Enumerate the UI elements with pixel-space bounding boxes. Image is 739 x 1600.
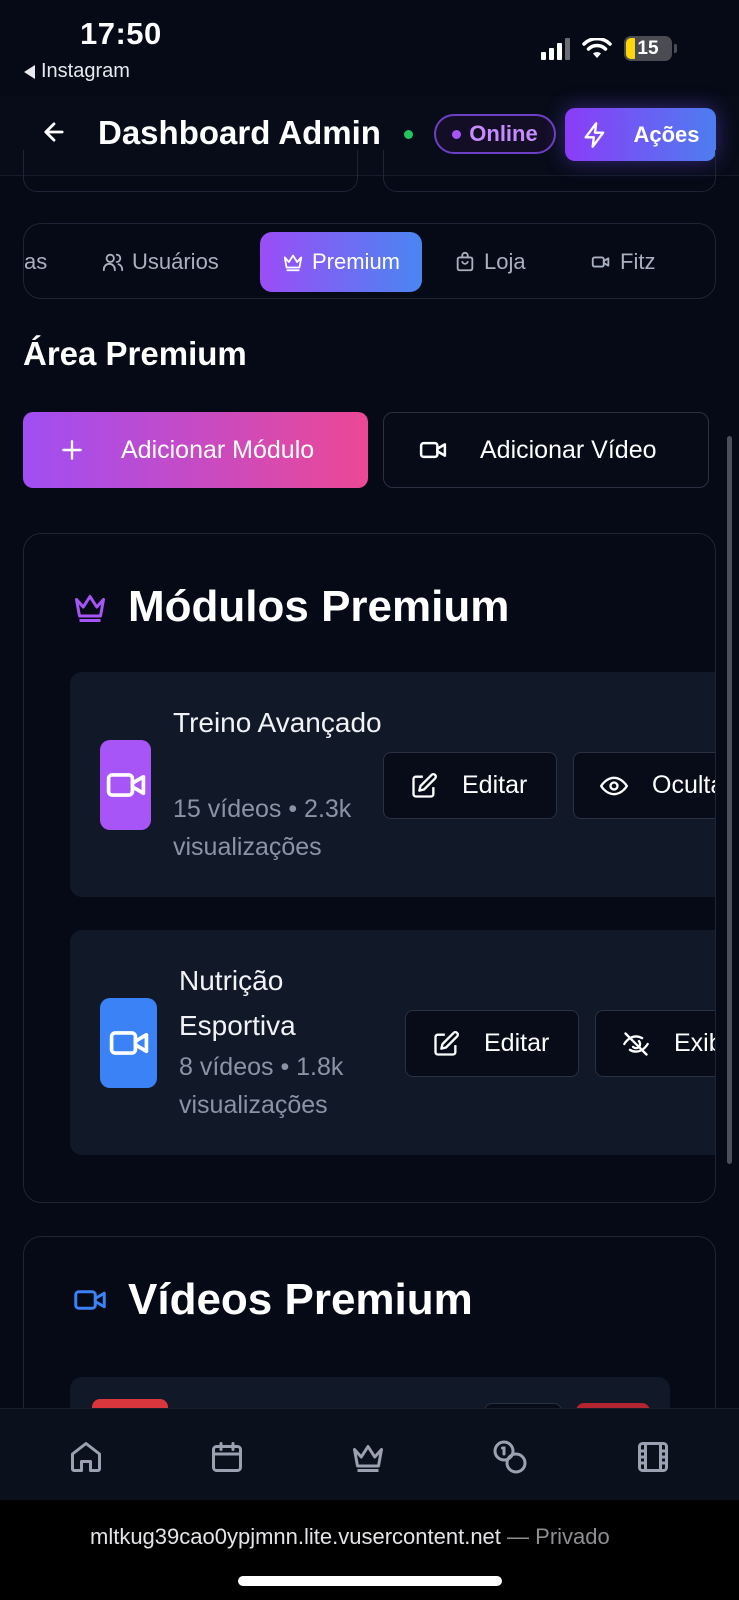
crown-icon bbox=[283, 254, 303, 272]
back-app-label: Instagram bbox=[41, 60, 130, 82]
coins-icon bbox=[493, 1440, 527, 1474]
video-icon bbox=[74, 1290, 106, 1310]
tab-fitz[interactable]: Fitz bbox=[590, 232, 655, 292]
shopping-bag-icon bbox=[456, 251, 474, 272]
url-host: mltkug39cao0ypjmnn.lite.vusercontent.net bbox=[90, 1524, 501, 1549]
url-text[interactable]: mltkug39cao0ypjmnn.lite.vusercontent.net… bbox=[90, 1524, 610, 1550]
module-meta: 8 vídeos • 1.8k visualizações bbox=[179, 1053, 344, 1119]
premium-modules-card: Módulos Premium Treino Avançado 15 vídeo… bbox=[23, 533, 716, 1203]
home-icon bbox=[71, 1442, 101, 1472]
nav-premium[interactable] bbox=[348, 1437, 388, 1477]
battery-level: 15 bbox=[637, 37, 659, 59]
video-icon bbox=[106, 773, 145, 797]
hide-module-button[interactable]: Ocultar bbox=[573, 752, 715, 819]
back-to-app-link[interactable]: Instagram bbox=[24, 60, 130, 83]
page-title: Dashboard Admin bbox=[98, 114, 381, 151]
card-title: Módulos Premium bbox=[72, 582, 509, 632]
module-meta: 15 vídeos • 2.3k visualizações bbox=[173, 795, 352, 861]
calendar-icon bbox=[212, 1442, 242, 1472]
edit-module-button[interactable]: Editar bbox=[405, 1010, 579, 1077]
tab-label: Premium bbox=[312, 249, 401, 274]
status-bar: 17:50 Instagram 15 bbox=[0, 0, 739, 90]
browser-url-bar: mltkug39cao0ypjmnn.lite.vusercontent.net… bbox=[0, 1500, 739, 1600]
eye-off-icon bbox=[623, 1031, 649, 1056]
add-module-label: Adicionar Módulo bbox=[121, 435, 315, 464]
url-suffix: — Privado bbox=[507, 1524, 610, 1549]
tab-label: Usuários bbox=[132, 249, 219, 274]
tab-stats[interactable]: as bbox=[24, 232, 47, 292]
stat-card-remnant bbox=[383, 150, 716, 192]
signal-icon bbox=[541, 37, 570, 60]
online-indicator-dot bbox=[404, 130, 413, 139]
scrollbar[interactable] bbox=[727, 436, 732, 1164]
actions-label: Ações bbox=[633, 121, 700, 147]
eye-icon bbox=[600, 776, 628, 795]
section-title: Área Premium bbox=[23, 335, 247, 372]
show-module-button[interactable]: Exibir bbox=[595, 1010, 715, 1077]
online-status-badge: Online bbox=[434, 114, 556, 154]
nav-coins[interactable] bbox=[490, 1437, 530, 1477]
zap-icon bbox=[584, 121, 605, 148]
video-icon bbox=[419, 441, 447, 459]
battery-icon: 15 bbox=[624, 36, 672, 61]
users-icon bbox=[102, 253, 124, 272]
card-title: Vídeos Premium bbox=[72, 1275, 473, 1325]
crown-icon bbox=[75, 595, 105, 622]
admin-tabs: as Usuários Premium Loja Fitz bbox=[23, 223, 716, 299]
module-item: Nutrição Esportiva 8 vídeos • 1.8k visua… bbox=[70, 930, 715, 1155]
bottom-nav bbox=[0, 1408, 739, 1500]
status-time: 17:50 bbox=[80, 16, 162, 51]
add-module-button[interactable]: Adicionar Módulo bbox=[23, 412, 368, 488]
video-icon bbox=[109, 1031, 148, 1055]
back-button[interactable] bbox=[36, 114, 72, 150]
back-triangle-icon bbox=[24, 64, 35, 79]
wifi-icon bbox=[582, 37, 612, 58]
nav-home[interactable] bbox=[66, 1437, 106, 1477]
plus-icon bbox=[62, 440, 82, 460]
nav-calendar[interactable] bbox=[207, 1437, 247, 1477]
arrow-left-icon bbox=[44, 122, 64, 142]
tab-label: Fitz bbox=[620, 249, 656, 274]
stat-card-remnant bbox=[23, 150, 358, 192]
tab-store[interactable]: Loja bbox=[454, 232, 526, 292]
tab-label: Loja bbox=[484, 249, 526, 274]
module-thumbnail bbox=[100, 998, 157, 1088]
edit-module-button[interactable]: Editar bbox=[383, 752, 557, 819]
home-indicator[interactable] bbox=[238, 1576, 502, 1586]
module-name: Nutrição Esportiva bbox=[179, 965, 296, 1041]
tab-premium[interactable]: Premium bbox=[260, 232, 423, 292]
module-name: Treino Avançado bbox=[173, 707, 382, 738]
add-video-button[interactable]: Adicionar Vídeo bbox=[383, 412, 709, 488]
tab-label: as bbox=[24, 249, 48, 274]
edit-icon bbox=[412, 772, 437, 798]
add-video-label: Adicionar Vídeo bbox=[480, 435, 657, 464]
module-item: Treino Avançado 15 vídeos • 2.3k visuali… bbox=[70, 672, 715, 897]
online-status-label: Online bbox=[469, 121, 538, 146]
nav-videos[interactable] bbox=[633, 1437, 673, 1477]
edit-icon bbox=[434, 1030, 459, 1056]
film-icon bbox=[638, 1442, 668, 1472]
module-thumbnail bbox=[100, 740, 151, 830]
crown-icon bbox=[353, 1445, 383, 1472]
tab-users[interactable]: Usuários bbox=[102, 232, 219, 292]
status-indicators: 15 bbox=[541, 36, 677, 61]
video-icon bbox=[591, 256, 610, 268]
